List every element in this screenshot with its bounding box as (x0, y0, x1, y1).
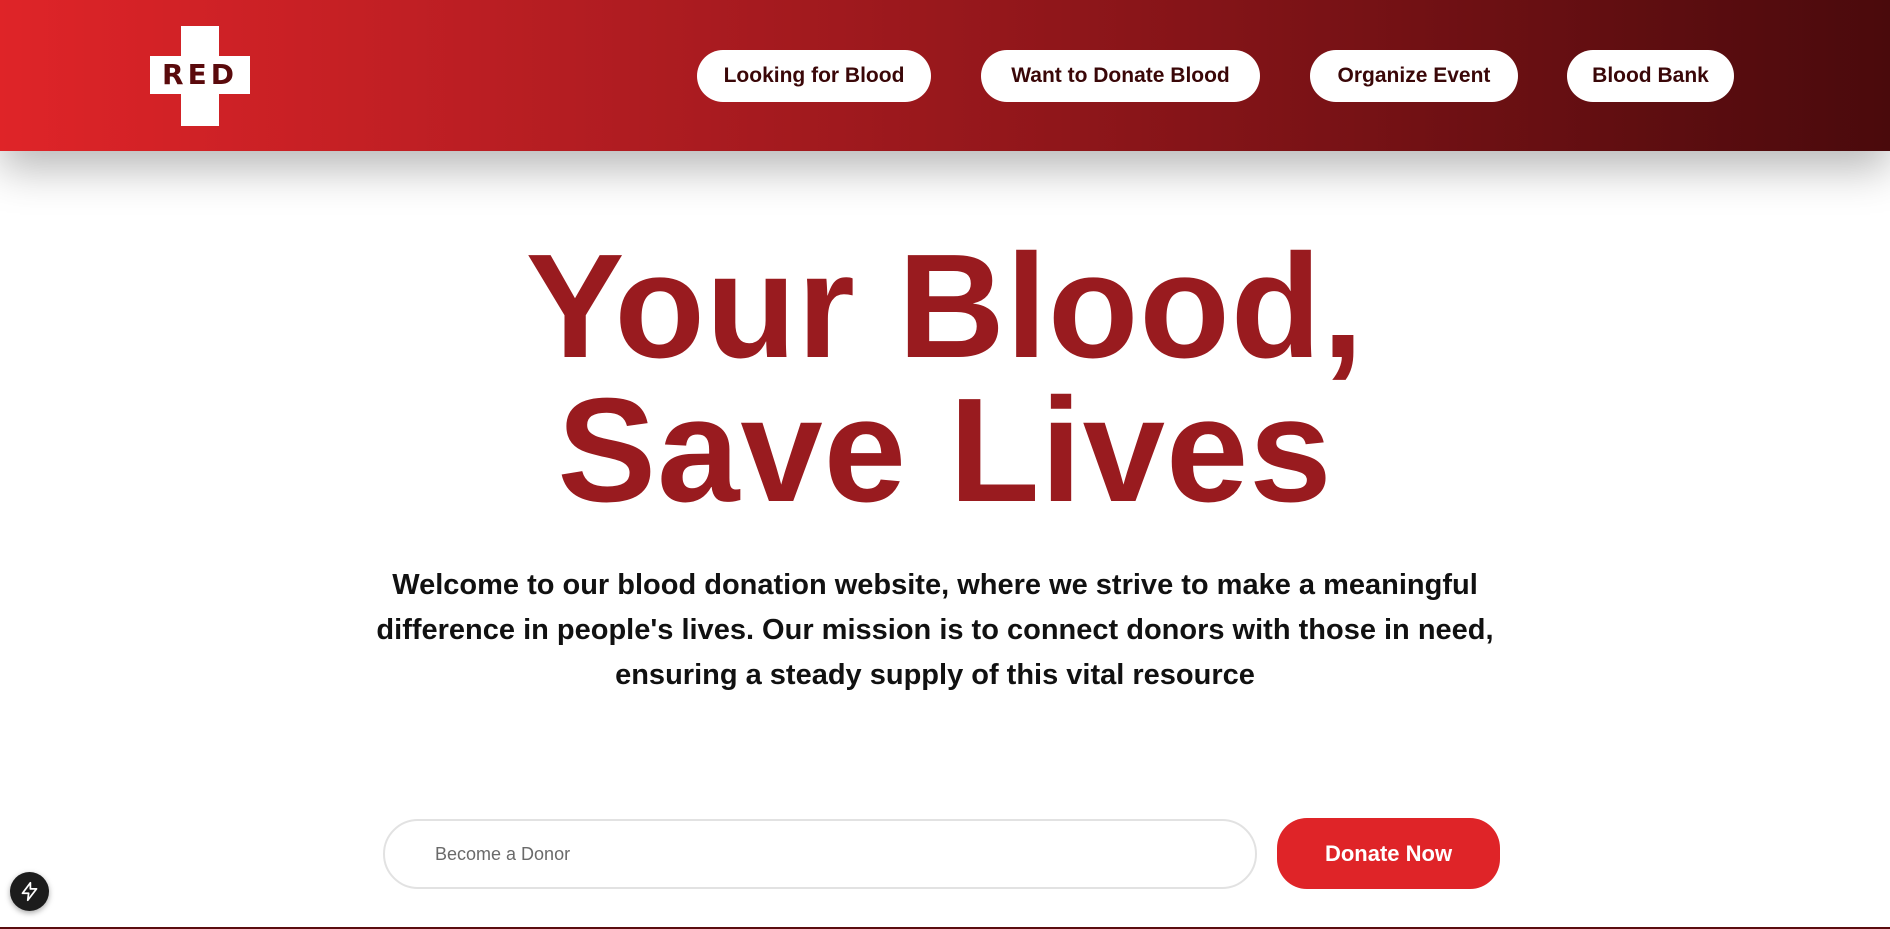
donate-now-button[interactable]: Donate Now (1277, 818, 1500, 889)
lightning-bolt-icon[interactable] (10, 872, 49, 911)
site-header: RED Looking for Blood Want to Donate Blo… (0, 0, 1890, 151)
nav-blood-bank[interactable]: Blood Bank (1567, 50, 1734, 102)
main-nav: Looking for Blood Want to Donate Blood O… (0, 50, 1890, 102)
nav-organize-event[interactable]: Organize Event (1310, 50, 1518, 102)
nav-want-to-donate-blood[interactable]: Want to Donate Blood (981, 50, 1260, 102)
page: RED Looking for Blood Want to Donate Blo… (0, 0, 1890, 929)
hero-description: Welcome to our blood donation website, w… (376, 569, 1494, 691)
nav-looking-for-blood[interactable]: Looking for Blood (697, 50, 931, 102)
hero-title-line-2: Save Lives (557, 368, 1333, 533)
become-donor-input[interactable] (383, 819, 1257, 889)
hero-title-line-1: Your Blood, (525, 224, 1365, 389)
hero-title: Your Blood, Save Lives (0, 224, 1890, 533)
lightning-bolt-glyph (21, 881, 38, 902)
